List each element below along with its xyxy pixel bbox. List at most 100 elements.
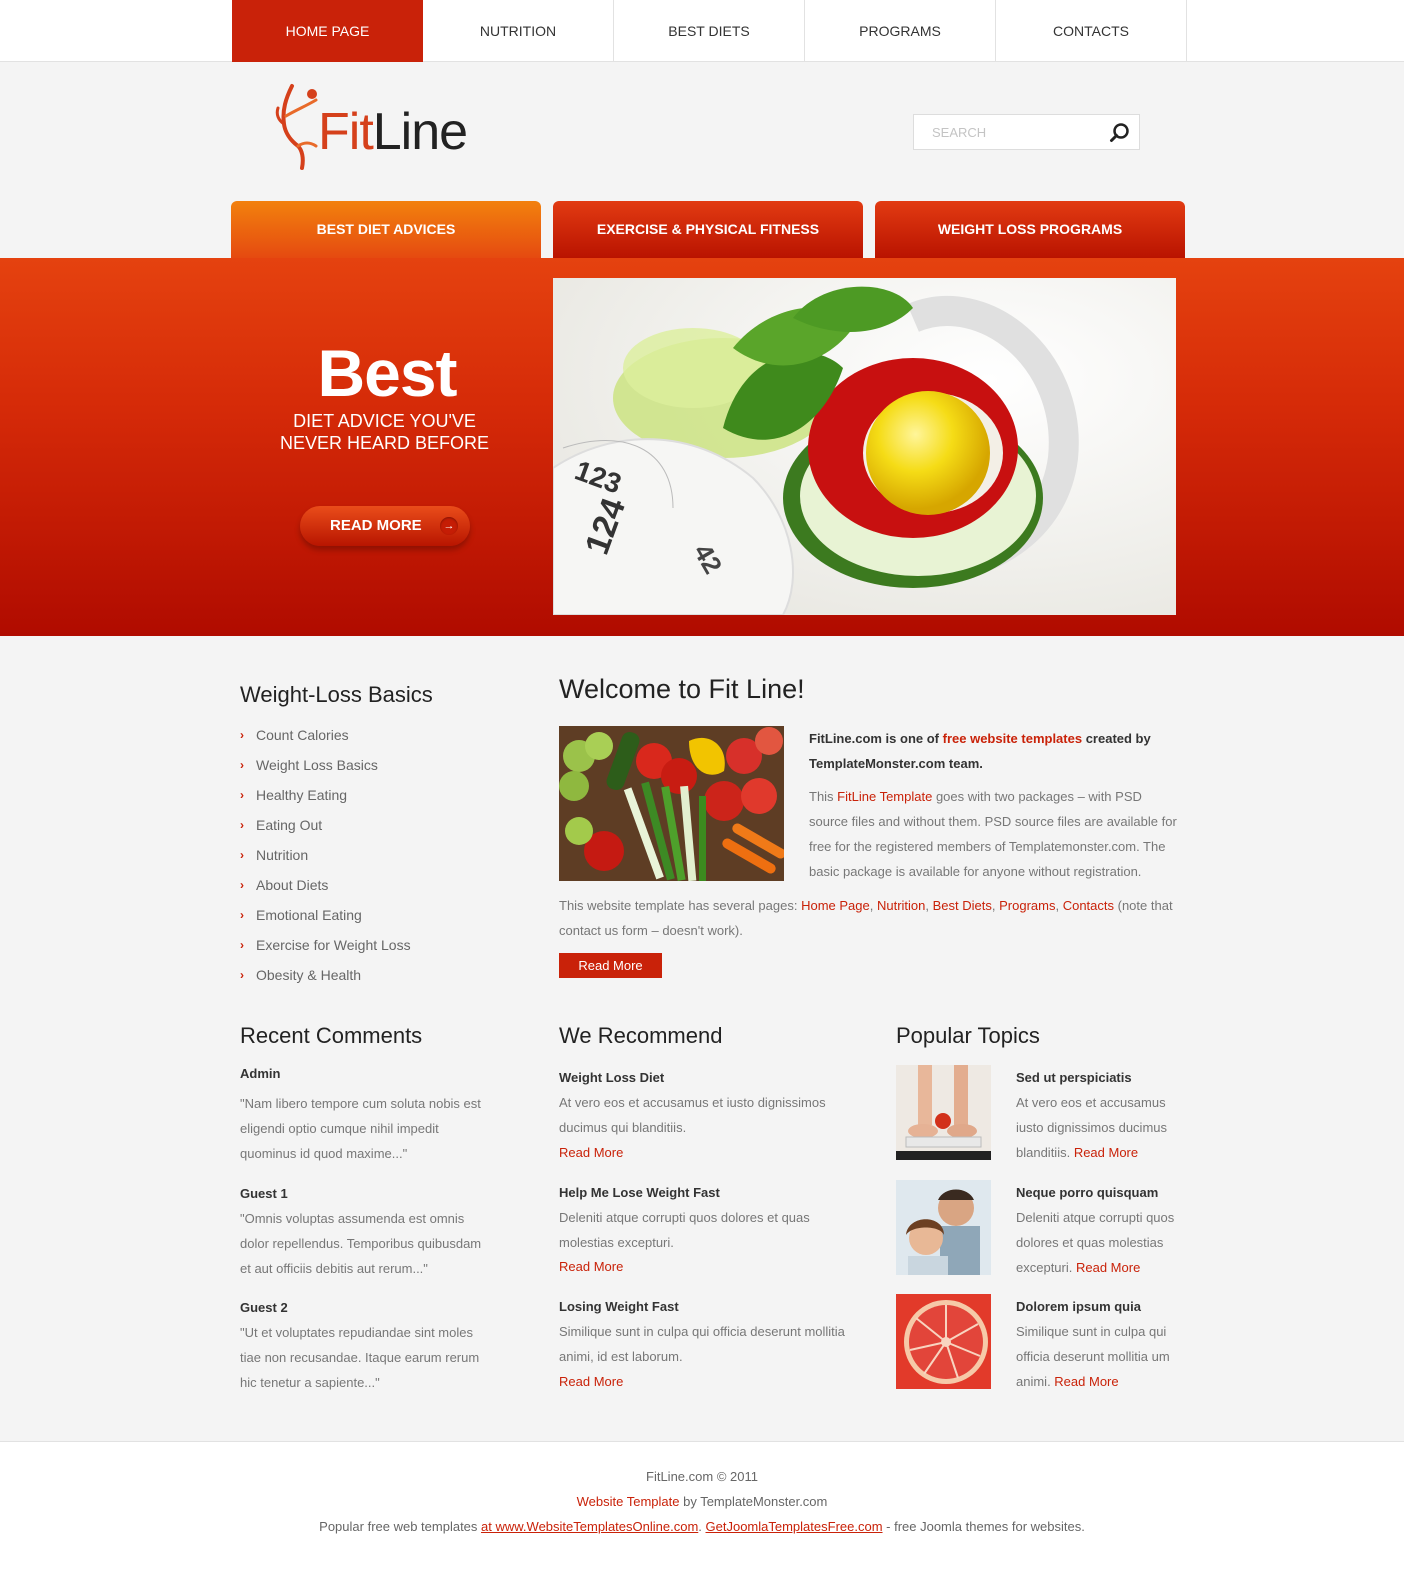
banner-subline-2: NEVER HEARD BEFORE [279, 433, 490, 453]
logo-line: Line [372, 103, 468, 161]
tab-weight-loss-programs[interactable]: WEIGHT LOSS PROGRAMS [875, 201, 1185, 258]
nav-contacts[interactable]: CONTACTS [996, 0, 1187, 62]
banner-button-label: READ MORE [330, 517, 422, 534]
runner-figure-icon [275, 84, 318, 170]
popular-read-more-link[interactable]: Read More [1076, 1260, 1140, 1275]
chevron-right-icon: › [240, 968, 244, 982]
list-item[interactable]: › About Diets [240, 870, 411, 900]
site-logo[interactable]: FitLine [272, 80, 492, 172]
main-menu: HOME PAGE NUTRITION BEST DIETS PROGRAMS … [232, 0, 1187, 62]
free-website-templates-link[interactable]: free website templates [943, 731, 1082, 746]
welcome-intro: FitLine.com is one of free website templ… [809, 726, 1179, 776]
list-item[interactable]: › Count Calories [240, 720, 411, 750]
popular-topic-title: Dolorem ipsum quia [1016, 1299, 1141, 1314]
recommend-item-title: Help Me Lose Weight Fast [559, 1185, 720, 1200]
recommend-item-title: Weight Loss Diet [559, 1070, 665, 1085]
chevron-right-icon: › [240, 848, 244, 862]
tab-exercise-physical-fitness[interactable]: EXERCISE & PHYSICAL FITNESS [553, 201, 863, 258]
logo-wordmark: FitLine [318, 102, 468, 162]
home-page-link[interactable]: Home Page [801, 898, 870, 913]
banner-photo-vegetables-tape: 123 124 42 [553, 278, 1176, 615]
footer-links-text-end: - free Joomla themes for websites. [882, 1519, 1085, 1534]
popular-topic-image-couple[interactable] [896, 1180, 991, 1275]
welcome-intro-text: FitLine.com is one of [809, 731, 943, 746]
separator: , [869, 898, 877, 913]
logo-fit: Fit [318, 103, 374, 161]
we-recommend-title: We Recommend [559, 1023, 723, 1048]
list-item-label: Exercise for Weight Loss [256, 937, 411, 953]
separator: . [698, 1519, 706, 1534]
tab-best-diet-advices[interactable]: BEST DIET ADVICES [231, 201, 541, 258]
vegetables-measuring-tape-image: 123 124 42 [553, 278, 1176, 615]
nutrition-link[interactable]: Nutrition [877, 898, 925, 913]
chevron-right-icon: › [240, 758, 244, 772]
pages-note-text: This website template has several pages: [559, 898, 802, 913]
popular-read-more-link[interactable]: Read More [1074, 1145, 1138, 1160]
chevron-right-icon: › [240, 878, 244, 892]
list-item-label: Emotional Eating [256, 907, 362, 923]
weight-loss-basics-title: Weight-Loss Basics [240, 682, 433, 707]
list-item-label: Count Calories [256, 727, 349, 743]
popular-topic-title: Neque porro quisquam [1016, 1185, 1159, 1200]
nav-programs[interactable]: PROGRAMS [805, 0, 996, 62]
nav-home-page[interactable]: HOME PAGE [232, 0, 423, 62]
feet-on-scale-image [896, 1065, 991, 1160]
recommend-item-title: Losing Weight Fast [559, 1299, 679, 1314]
list-item[interactable]: › Emotional Eating [240, 900, 411, 930]
banner-headline: Best [317, 336, 457, 410]
chevron-right-icon: › [240, 728, 244, 742]
list-item[interactable]: › Obesity & Health [240, 960, 411, 990]
welcome-title: Welcome to Fit Line! [559, 674, 805, 704]
popular-topic-title: Sed ut perspiciatis [1016, 1070, 1132, 1085]
grapefruit-image [896, 1294, 991, 1389]
getjoomlatemplatesfree-link[interactable]: GetJoomlaTemplatesFree.com [706, 1519, 883, 1534]
footer-credit: Website Template by TemplateMonster.com [0, 1494, 1404, 1509]
search-box [913, 114, 1140, 150]
websitetemplatesonline-link[interactable]: at www.WebsiteTemplatesOnline.com [481, 1519, 698, 1534]
banner-read-more-button[interactable]: READ MORE → [300, 506, 470, 546]
popular-topic-text: Similique sunt in culpa qui officia dese… [1016, 1319, 1186, 1394]
contacts-link[interactable]: Contacts [1063, 898, 1114, 913]
website-template-link[interactable]: Website Template [577, 1494, 680, 1509]
programs-link[interactable]: Programs [999, 898, 1055, 913]
recent-comments-title: Recent Comments [240, 1023, 423, 1048]
list-item[interactable]: › Weight Loss Basics [240, 750, 411, 780]
search-input[interactable] [932, 115, 1102, 149]
comment-author: Admin [240, 1066, 281, 1081]
list-item[interactable]: › Nutrition [240, 840, 411, 870]
nav-best-diets[interactable]: BEST DIETS [614, 0, 805, 62]
list-item-label: Obesity & Health [256, 967, 362, 983]
comment-author: Guest 1 [240, 1186, 288, 1201]
weight-loss-basics-list: › Count Calories › Weight Loss Basics › Hea… [240, 720, 411, 990]
welcome-read-more-button[interactable]: Read More [559, 953, 662, 978]
popular-topics-title: Popular Topics [896, 1023, 1040, 1048]
recommend-read-more-link[interactable]: Read More [559, 1259, 623, 1274]
best-diets-link[interactable]: Best Diets [933, 898, 992, 913]
popular-topic-text: Deleniti atque corrupti quos dolores et … [1016, 1205, 1186, 1280]
separator: , [925, 898, 933, 913]
list-item[interactable]: › Eating Out [240, 810, 411, 840]
recommend-read-more-link[interactable]: Read More [559, 1374, 623, 1389]
vegetables-image [559, 726, 784, 881]
list-item-label: Weight Loss Basics [256, 757, 378, 773]
list-item[interactable]: › Healthy Eating [240, 780, 411, 810]
list-item[interactable]: › Exercise for Weight Loss [240, 930, 411, 960]
fitline-template-link[interactable]: FitLine Template [837, 789, 932, 804]
welcome-desc-text: This [809, 789, 838, 804]
search-icon[interactable] [1109, 122, 1131, 144]
feature-tabs: BEST DIET ADVICES EXERCISE & PHYSICAL FI… [231, 201, 1185, 258]
list-item-label: About Diets [256, 877, 329, 893]
recommend-item-text: At vero eos et accusamus et iusto dignis… [559, 1095, 826, 1135]
list-item-label: Nutrition [256, 847, 309, 863]
nav-nutrition[interactable]: NUTRITION [423, 0, 614, 62]
list-item-label: Healthy Eating [256, 787, 348, 803]
recommend-item-text: Deleniti atque corrupti quos dolores et … [559, 1210, 810, 1250]
recommend-read-more-link[interactable]: Read More [559, 1145, 623, 1160]
top-navigation-bar: HOME PAGE NUTRITION BEST DIETS PROGRAMS … [0, 0, 1404, 62]
popular-topic-image-scale[interactable] [896, 1065, 991, 1160]
footer-copyright: FitLine.com © 2011 [646, 1469, 758, 1484]
banner-subline-1: DIET ADVICE YOU'VE [293, 411, 476, 431]
chevron-right-icon: › [240, 938, 244, 952]
popular-read-more-link[interactable]: Read More [1054, 1374, 1118, 1389]
popular-topic-image-grapefruit[interactable] [896, 1294, 991, 1389]
